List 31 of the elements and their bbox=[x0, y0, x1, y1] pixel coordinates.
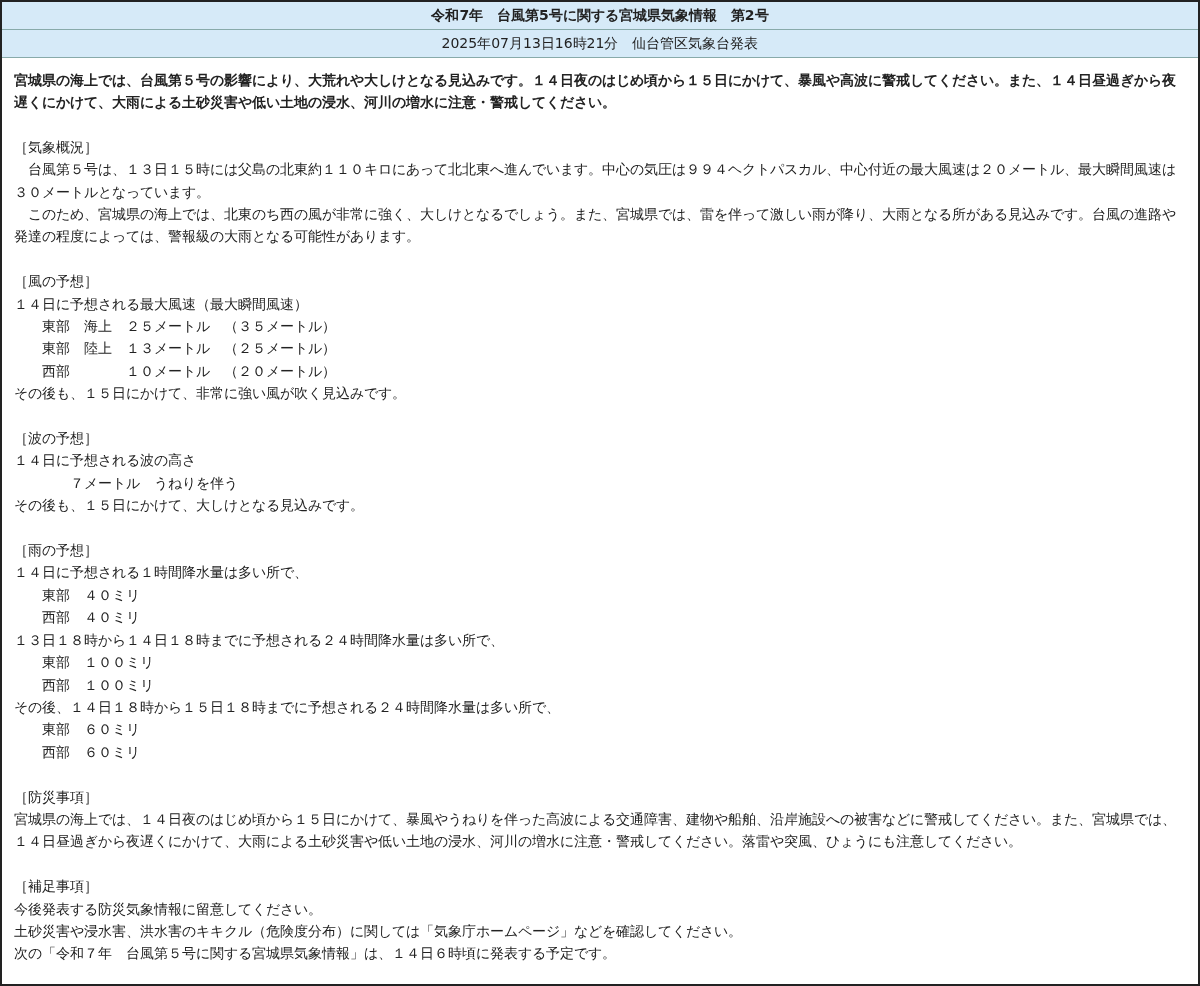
text-line: 東部 １００ミリ bbox=[41, 653, 155, 673]
text-line: 今後発表する防災気象情報に留意してください。 bbox=[14, 899, 323, 919]
section-heading: ［風の予想］ bbox=[14, 272, 99, 292]
text-line: 東部 ６０ミリ bbox=[41, 720, 141, 740]
report-title: 令和7年 台風第5号に関する宮城県気象情報 第2号 bbox=[2, 2, 1198, 30]
text-line: このため、宮城県の海上では、北東のち西の風が非常に強く、大しけとなるでしょう。また、宮城県では、雷を伴って激しい雨が降り、大雨となる所がある見込みです。台風の進路や発達の程度によっては、警報級の大雨となる可能性があります。 bbox=[14, 205, 1177, 247]
text-line: 西部 ６０ミリ bbox=[41, 742, 141, 762]
text-line: 土砂災害や浸水害、洪水害のキキクル（危険度分布）に関しては「気象庁ホームページ」などを確認してください。 bbox=[14, 921, 743, 941]
section-heading: ［気象概況］ bbox=[14, 137, 99, 157]
text-line: １３日１８時から１４日１８時までに予想される２４時間降水量は多い所で、 bbox=[14, 630, 505, 650]
text-line: 東部 ４０ミリ bbox=[41, 585, 141, 605]
text-line: 西部 ４０ミリ bbox=[41, 608, 141, 628]
section-heading: ［雨の予想］ bbox=[14, 541, 99, 561]
text-line: その後も、１５日にかけて、大しけとなる見込みです。 bbox=[14, 496, 365, 516]
text-line: 東部 陸上 １３メートル （２５メートル） bbox=[41, 339, 337, 359]
section-heading: ［防災事項］ bbox=[14, 787, 99, 807]
text-line: 宮城県の海上では、１４日夜のはじめ頃から１５日にかけて、暴風やうねりを伴った高波による交通障害、建物や船舶、沿岸施設への被害などに警戒してください。また、宮城県では、１４日昼過ぎから夜遅くにかけて、大雨による土砂災害や低い土地の浸水、河川の増水に注意・警戒してください。落雷や突風、ひょうにも注意してください。 bbox=[14, 809, 1177, 852]
text-line: 次の「令和７年 台風第５号に関する宮城県気象情報」は、１４日６時頃に発表する予定です。 bbox=[14, 944, 617, 964]
text-line: １４日に予想される１時間降水量は多い所で、 bbox=[14, 563, 309, 583]
text-line: 台風第５号は、１３日１５時には父島の北東約１１０キロにあって北北東へ進んでいます。中心の気圧は９９４ヘクトパスカル、中心付近の最大風速は２０メートル、最大瞬間風速は３０メートルとなっています。 bbox=[14, 160, 1177, 202]
text-line: 東部 海上 ２５メートル （３５メートル） bbox=[41, 317, 337, 337]
text-line: １４日に予想される最大風速（最大瞬間風速） bbox=[14, 294, 309, 314]
text-line: ７メートル うねりを伴う bbox=[69, 473, 239, 493]
text-line: その後、１４日１８時から１５日１８時までに予想される２４時間降水量は多い所で、 bbox=[14, 697, 561, 717]
headline-paragraph: 宮城県の海上では、台風第５号の影響により、大荒れや大しけとなる見込みです。１４日夜のはじめ頃から１５日にかけて、暴風や高波に警戒してください。また、１４日昼過ぎから夜遅くにかけて、大雨による土砂災害や低い土地の浸水、河川の増水に注意・警戒してください。 bbox=[14, 71, 1177, 113]
section-heading: ［波の予想］ bbox=[14, 429, 99, 449]
text-line: 西部 １００ミリ bbox=[41, 675, 155, 695]
text-line: １４日に予想される波の高さ bbox=[14, 451, 197, 471]
text-line: 西部 １０メートル （２０メートル） bbox=[41, 361, 337, 381]
section-heading: ［補足事項］ bbox=[14, 877, 99, 897]
text-line: その後も、１５日にかけて、非常に強い風が吹く見込みです。 bbox=[14, 384, 407, 404]
